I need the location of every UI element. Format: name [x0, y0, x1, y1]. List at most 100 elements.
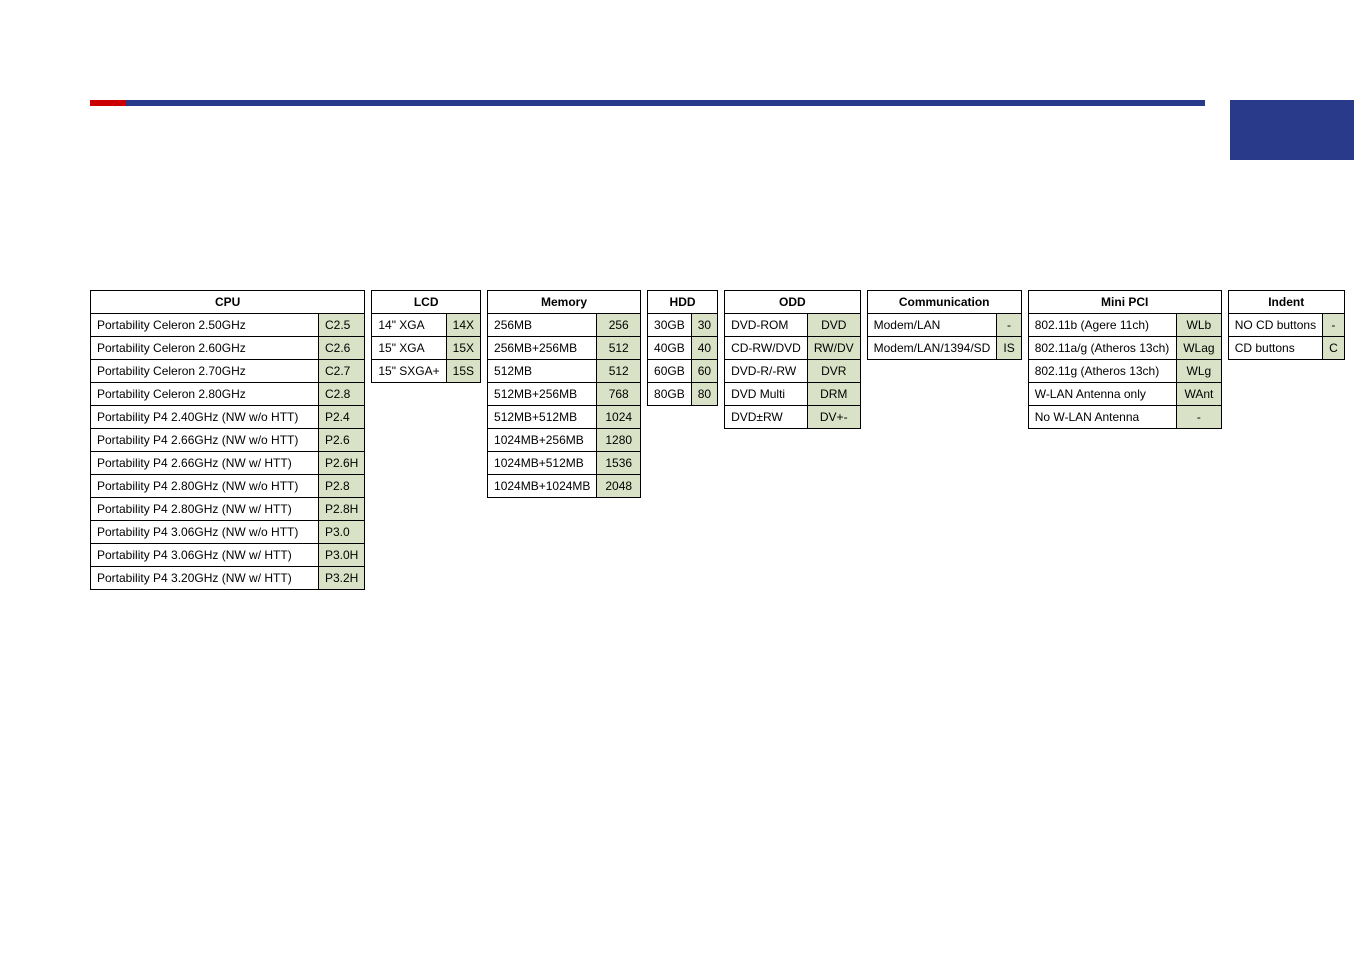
- cpu-desc: Portability Celeron 2.50GHz: [91, 314, 319, 337]
- memory-table: Memory 256MB256 256MB+256MB512 512MB512 …: [487, 290, 641, 498]
- table-row: NO CD buttons-: [1228, 314, 1344, 337]
- minipci-desc: No W-LAN Antenna: [1028, 406, 1176, 429]
- odd-table: ODD DVD-ROMDVD CD-RW/DVDRW/DV DVD-R/-RWD…: [724, 290, 861, 429]
- table-row: Portability Celeron 2.80GHzC2.8: [91, 383, 365, 406]
- table-row: Portability P4 2.80GHz (NW w/ HTT)P2.8H: [91, 498, 365, 521]
- table-row: DVD-R/-RWDVR: [725, 360, 861, 383]
- table-row: 15" SXGA+15S: [372, 360, 481, 383]
- cpu-desc: Portability P4 2.40GHz (NW w/o HTT): [91, 406, 319, 429]
- cpu-code: C2.7: [319, 360, 365, 383]
- table-row: Portability Celeron 2.70GHzC2.7: [91, 360, 365, 383]
- communication-table: Communication Modem/LAN- Modem/LAN/1394/…: [867, 290, 1022, 360]
- cpu-desc: Portability P4 3.20GHz (NW w/ HTT): [91, 567, 319, 590]
- odd-code: DVR: [807, 360, 860, 383]
- lcd-code: 14X: [446, 314, 480, 337]
- memory-code: 1280: [597, 429, 641, 452]
- indent-code: C: [1323, 337, 1345, 360]
- odd-code: DVD: [807, 314, 860, 337]
- memory-code: 512: [597, 360, 641, 383]
- table-row: 802.11a/g (Atheros 13ch)WLag: [1028, 337, 1221, 360]
- minipci-desc: 802.11b (Agere 11ch): [1028, 314, 1176, 337]
- cpu-desc: Portability Celeron 2.80GHz: [91, 383, 319, 406]
- cpu-desc: Portability P4 2.66GHz (NW w/o HTT): [91, 429, 319, 452]
- memory-desc: 256MB+256MB: [488, 337, 597, 360]
- indent-code: -: [1323, 314, 1345, 337]
- lcd-desc: 15" XGA: [372, 337, 446, 360]
- table-row: Modem/LAN/1394/SDIS: [867, 337, 1021, 360]
- communication-desc: Modem/LAN: [867, 314, 997, 337]
- minipci-code: WLg: [1177, 360, 1222, 383]
- memory-code: 1024: [597, 406, 641, 429]
- hdd-table: HDD 30GB30 40GB40 60GB60 80GB80: [647, 290, 718, 406]
- table-row: Portability Celeron 2.50GHzC2.5: [91, 314, 365, 337]
- table-row: 512MB+512MB1024: [488, 406, 641, 429]
- communication-header: Communication: [867, 291, 1021, 314]
- table-row: Portability P4 2.80GHz (NW w/o HTT)P2.8: [91, 475, 365, 498]
- table-row: 30GB30: [648, 314, 718, 337]
- cpu-table: CPU Portability Celeron 2.50GHzC2.5 Port…: [90, 290, 365, 590]
- indent-desc: NO CD buttons: [1228, 314, 1322, 337]
- minipci-table: Mini PCI 802.11b (Agere 11ch)WLb 802.11a…: [1028, 290, 1222, 429]
- hdd-code: 30: [691, 314, 717, 337]
- odd-desc: DVD-ROM: [725, 314, 808, 337]
- memory-code: 1536: [597, 452, 641, 475]
- table-row: Portability Celeron 2.60GHzC2.6: [91, 337, 365, 360]
- table-row: 60GB60: [648, 360, 718, 383]
- cpu-desc: Portability P4 2.66GHz (NW w/ HTT): [91, 452, 319, 475]
- minipci-code: WLb: [1177, 314, 1222, 337]
- table-row: Modem/LAN-: [867, 314, 1021, 337]
- table-row: DVD MultiDRM: [725, 383, 861, 406]
- cpu-code: P2.8H: [319, 498, 365, 521]
- minipci-code: WAnt: [1177, 383, 1222, 406]
- cpu-desc: Portability P4 2.80GHz (NW w/ HTT): [91, 498, 319, 521]
- odd-code: RW/DV: [807, 337, 860, 360]
- minipci-desc: W-LAN Antenna only: [1028, 383, 1176, 406]
- table-row: 1024MB+1024MB2048: [488, 475, 641, 498]
- lcd-table: LCD 14" XGA14X 15" XGA15X 15" SXGA+15S: [371, 290, 481, 383]
- table-row: 256MB+256MB512: [488, 337, 641, 360]
- spec-tables-row: CPU Portability Celeron 2.50GHzC2.5 Port…: [90, 290, 1345, 590]
- indent-table: Indent NO CD buttons- CD buttonsC: [1228, 290, 1345, 360]
- lcd-desc: 14" XGA: [372, 314, 446, 337]
- table-row: 1024MB+256MB1280: [488, 429, 641, 452]
- header-bar-blue: [90, 100, 1205, 106]
- lcd-code: 15S: [446, 360, 480, 383]
- odd-desc: DVD-R/-RW: [725, 360, 808, 383]
- table-row: Portability P4 3.06GHz (NW w/ HTT)P3.0H: [91, 544, 365, 567]
- memory-desc: 512MB+256MB: [488, 383, 597, 406]
- table-row: 512MB+256MB768: [488, 383, 641, 406]
- table-row: 80GB80: [648, 383, 718, 406]
- cpu-code: P2.4: [319, 406, 365, 429]
- table-row: 14" XGA14X: [372, 314, 481, 337]
- memory-code: 512: [597, 337, 641, 360]
- hdd-header: HDD: [648, 291, 718, 314]
- cpu-desc: Portability P4 2.80GHz (NW w/o HTT): [91, 475, 319, 498]
- hdd-desc: 60GB: [648, 360, 692, 383]
- table-row: 256MB256: [488, 314, 641, 337]
- lcd-code: 15X: [446, 337, 480, 360]
- minipci-desc: 802.11g (Atheros 13ch): [1028, 360, 1176, 383]
- memory-code: 768: [597, 383, 641, 406]
- cpu-code: P2.6: [319, 429, 365, 452]
- table-row: 15" XGA15X: [372, 337, 481, 360]
- cpu-code: P2.8: [319, 475, 365, 498]
- hdd-desc: 80GB: [648, 383, 692, 406]
- table-row: 1024MB+512MB1536: [488, 452, 641, 475]
- memory-code: 256: [597, 314, 641, 337]
- table-row: No W-LAN Antenna-: [1028, 406, 1221, 429]
- memory-code: 2048: [597, 475, 641, 498]
- minipci-code: WLag: [1177, 337, 1222, 360]
- hdd-desc: 30GB: [648, 314, 692, 337]
- table-row: Portability P4 3.06GHz (NW w/o HTT)P3.0: [91, 521, 365, 544]
- cpu-header: CPU: [91, 291, 365, 314]
- table-row: 40GB40: [648, 337, 718, 360]
- indent-header: Indent: [1228, 291, 1344, 314]
- odd-desc: DVD±RW: [725, 406, 808, 429]
- table-row: W-LAN Antenna onlyWAnt: [1028, 383, 1221, 406]
- memory-desc: 512MB: [488, 360, 597, 383]
- table-row: 512MB512: [488, 360, 641, 383]
- table-row: Portability P4 2.66GHz (NW w/o HTT)P2.6: [91, 429, 365, 452]
- table-row: DVD±RWDV+-: [725, 406, 861, 429]
- table-row: 802.11b (Agere 11ch)WLb: [1028, 314, 1221, 337]
- memory-header: Memory: [488, 291, 641, 314]
